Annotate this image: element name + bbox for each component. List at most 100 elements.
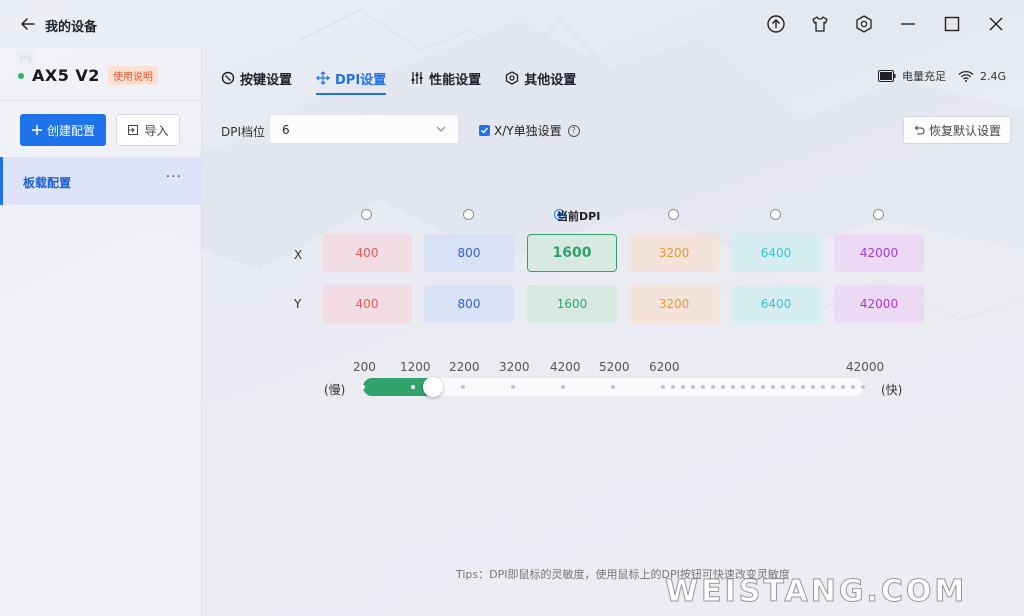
wireless-text: 2.4G bbox=[979, 69, 1006, 83]
reset-default-button[interactable]: 恢复默认设置 bbox=[903, 116, 1011, 144]
tab-dpi-settings[interactable]: DPI设置 bbox=[316, 66, 387, 95]
dpi-x-cell[interactable]: 800 bbox=[424, 234, 514, 272]
import-button[interactable]: 导入 bbox=[116, 114, 180, 146]
minimize-icon[interactable] bbox=[894, 10, 922, 38]
wifi-icon bbox=[958, 70, 974, 82]
plus-icon bbox=[31, 125, 42, 135]
checkmark-icon bbox=[481, 127, 489, 134]
slider-tick bbox=[611, 385, 615, 389]
hexagon-gear-icon bbox=[506, 71, 519, 85]
dpi-icon bbox=[316, 71, 330, 85]
device-header: AX5 V2 使用说明 bbox=[18, 66, 158, 85]
shirt-icon[interactable] bbox=[806, 10, 834, 38]
import-label: 导入 bbox=[144, 123, 169, 138]
undo-icon bbox=[914, 125, 925, 135]
slider-tick-label: 4200 bbox=[550, 360, 581, 374]
sidebar: AX5 V2 使用说明 创建配置 导入 板载配置 ··· bbox=[0, 48, 202, 616]
slider-tick-label: 3200 bbox=[499, 360, 530, 374]
dpi-level-radio[interactable] bbox=[463, 209, 474, 220]
main-panel: 按键设置 DPI设置 性能设置 其他设置 电量充足 2.4G DPI档位 6 X… bbox=[203, 48, 1024, 616]
dpi-x-cell[interactable]: 6400 bbox=[731, 234, 821, 272]
help-icon[interactable]: ? bbox=[567, 124, 580, 137]
slider-tick bbox=[801, 385, 805, 389]
window-title: 我的设备 bbox=[45, 20, 98, 35]
slider-tick bbox=[851, 385, 855, 389]
tab-key-settings[interactable]: 按键设置 bbox=[221, 66, 292, 90]
slider-tick bbox=[841, 385, 845, 389]
key-settings-icon bbox=[221, 71, 235, 85]
y-axis-label: Y bbox=[294, 297, 302, 311]
battery-status: 电量充足 bbox=[877, 68, 946, 84]
dpi-level-label: DPI档位 bbox=[221, 125, 266, 139]
maximize-icon[interactable] bbox=[938, 10, 966, 38]
slider-thumb[interactable] bbox=[423, 377, 443, 397]
import-icon bbox=[128, 125, 139, 135]
settings-hexagon-icon[interactable] bbox=[850, 10, 878, 38]
slider-tick bbox=[821, 385, 825, 389]
slider-tick bbox=[831, 385, 835, 389]
connection-status-dot bbox=[18, 72, 24, 79]
slider-tick bbox=[771, 385, 775, 389]
slider-tick bbox=[561, 385, 565, 389]
battery-text: 电量充足 bbox=[901, 70, 946, 83]
dpi-y-cell[interactable]: 400 bbox=[322, 285, 412, 323]
xy-separate-toggle[interactable]: X/Y单独设置 ? bbox=[479, 122, 580, 139]
dpi-level-radio[interactable] bbox=[668, 209, 679, 220]
manual-badge[interactable]: 使用说明 bbox=[107, 66, 158, 85]
dpi-y-cell[interactable]: 800 bbox=[424, 285, 514, 323]
slider-tick bbox=[701, 385, 705, 389]
dpi-level-radio[interactable] bbox=[361, 209, 372, 220]
slider-tick bbox=[761, 385, 765, 389]
battery-icon bbox=[877, 70, 896, 82]
upload-icon[interactable] bbox=[762, 10, 790, 38]
tab-other-settings[interactable]: 其他设置 bbox=[505, 66, 576, 90]
watermark: WEISTANG.COM bbox=[664, 574, 968, 610]
slider-tick bbox=[671, 385, 675, 389]
tab-label: 其他设置 bbox=[524, 72, 577, 88]
slider-tick bbox=[751, 385, 755, 389]
slider-tick bbox=[661, 385, 665, 389]
back-arrow-icon[interactable] bbox=[20, 16, 36, 32]
dpi-controls: DPI档位 6 X/Y单独设置 ? 恢复默认设置 bbox=[221, 114, 1011, 146]
slider-track[interactable] bbox=[361, 377, 865, 397]
slider-tick bbox=[461, 385, 465, 389]
divider bbox=[0, 100, 202, 101]
sidebar-item-onboard-profile[interactable]: 板载配置 ··· bbox=[0, 157, 202, 205]
xy-separate-checkbox[interactable] bbox=[479, 125, 490, 136]
reset-label: 恢复默认设置 bbox=[928, 123, 1001, 138]
dpi-x-cell[interactable]: 400 bbox=[322, 234, 412, 272]
slider-tick bbox=[361, 385, 365, 389]
dpi-level-radio[interactable] bbox=[770, 209, 781, 220]
dpi-x-cell[interactable]: 3200 bbox=[629, 234, 719, 272]
slider-tick bbox=[691, 385, 695, 389]
dpi-x-cell[interactable]: 42000 bbox=[834, 234, 924, 272]
create-profile-button[interactable]: 创建配置 bbox=[20, 114, 106, 146]
dpi-y-cell[interactable]: 3200 bbox=[629, 285, 719, 323]
tab-performance-settings[interactable]: 性能设置 bbox=[410, 66, 481, 90]
dpi-y-cell[interactable]: 1600 bbox=[527, 285, 617, 323]
dpi-level-value: 6 bbox=[282, 123, 290, 137]
tab-label: 按键设置 bbox=[240, 72, 293, 88]
slider-tick bbox=[861, 385, 865, 389]
more-options-icon[interactable]: ··· bbox=[166, 169, 182, 185]
dpi-level-select[interactable]: 6 bbox=[269, 114, 459, 144]
slider-tick bbox=[511, 385, 515, 389]
tab-bar: 按键设置 DPI设置 性能设置 其他设置 bbox=[221, 66, 576, 95]
sliders-icon bbox=[411, 72, 423, 84]
xy-separate-label: X/Y单独设置 bbox=[494, 124, 562, 138]
slider-tick-label: 6200 bbox=[649, 360, 680, 374]
current-dpi-label: 当前DPI bbox=[557, 210, 601, 223]
slider-tick bbox=[781, 385, 785, 389]
close-icon[interactable] bbox=[982, 10, 1010, 38]
dpi-y-cell[interactable]: 42000 bbox=[834, 285, 924, 323]
dpi-x-cell[interactable]: 1600 bbox=[527, 234, 617, 272]
slider-tick bbox=[411, 385, 415, 389]
slider-tick bbox=[741, 385, 745, 389]
slider-tick-label: 2200 bbox=[449, 360, 480, 374]
title-bar: 我的设备 bbox=[0, 0, 1024, 48]
device-status: 电量充足 2.4G bbox=[877, 68, 1006, 84]
dpi-level-radio[interactable] bbox=[873, 209, 884, 220]
slider-tick-label: 200 bbox=[353, 360, 376, 374]
dpi-y-cell[interactable]: 6400 bbox=[731, 285, 821, 323]
fast-label: (快) bbox=[881, 383, 903, 397]
